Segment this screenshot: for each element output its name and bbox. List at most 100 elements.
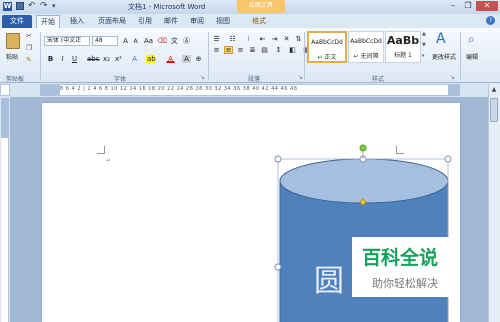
- italic-icon[interactable]: I: [58, 55, 67, 63]
- scroll-thumb[interactable]: [490, 98, 498, 122]
- resize-handle: [444, 155, 452, 163]
- scroll-up-icon[interactable]: ▲: [489, 86, 499, 96]
- font-group-label: 字体: [114, 76, 127, 83]
- tab-references[interactable]: 引用: [135, 15, 155, 28]
- styles-scroll-down-icon[interactable]: ▼: [422, 42, 428, 52]
- style-name: ↵ 无间隔: [353, 53, 379, 60]
- style-normal[interactable]: AaBbCcDd ↵ 正文: [307, 31, 347, 63]
- style-name: 标题 1: [394, 52, 412, 59]
- ruler-right-margin: [448, 85, 460, 95]
- paste-icon[interactable]: [6, 33, 20, 49]
- find-icon[interactable]: ⌕: [468, 32, 475, 47]
- group-separator: [208, 32, 209, 80]
- style-heading-1[interactable]: AaBb 标题 1: [385, 31, 421, 63]
- customize-toolbar-icon[interactable]: ▾: [52, 1, 60, 11]
- paragraph-group-label: 段落: [248, 76, 261, 83]
- font-name-combo[interactable]: 宋体 (中文正: [44, 36, 90, 46]
- align-center-icon[interactable]: ≡: [224, 46, 233, 54]
- change-case-icon[interactable]: Aa: [143, 37, 153, 45]
- group-separator: [40, 32, 41, 80]
- change-styles-button[interactable]: 更改样式: [432, 52, 456, 61]
- paste-button[interactable]: 粘贴: [6, 52, 18, 61]
- format-painter-icon[interactable]: ✎: [26, 56, 32, 64]
- line-spacing-icon[interactable]: ↕: [274, 46, 283, 54]
- sort-icon[interactable]: ⇅: [294, 35, 303, 43]
- paragraph-mark: ↵: [106, 157, 112, 164]
- style-sample: AaBbCcDd: [311, 39, 343, 46]
- shrink-font-icon[interactable]: A: [131, 37, 140, 45]
- editing-button[interactable]: 编辑: [466, 52, 478, 61]
- clipboard-group-label: 剪贴板: [6, 76, 25, 83]
- font-size-combo[interactable]: 48: [92, 36, 118, 46]
- rotate-handle: [359, 144, 367, 152]
- tab-insert[interactable]: 插入: [66, 15, 88, 28]
- minimize-button[interactable]: –: [446, 1, 460, 11]
- chinese-layout-icon[interactable]: ✕: [282, 35, 291, 43]
- resize-handle: [274, 263, 282, 271]
- undo-icon[interactable]: ↶: [28, 1, 38, 11]
- ruler-left-margin: [40, 85, 60, 95]
- character-shading-icon[interactable]: A: [182, 55, 191, 63]
- restore-button[interactable]: ❐: [461, 1, 475, 11]
- increase-indent-icon[interactable]: ⇥: [270, 35, 279, 43]
- save-icon[interactable]: [16, 2, 24, 10]
- font-color-icon[interactable]: A: [166, 55, 175, 63]
- redo-icon[interactable]: ↷: [40, 1, 50, 11]
- tab-review[interactable]: 审阅: [187, 15, 207, 28]
- tab-format[interactable]: 格式: [245, 15, 273, 28]
- align-left-icon[interactable]: ≡: [212, 46, 221, 54]
- bullets-icon[interactable]: ☰: [212, 35, 221, 43]
- font-dialog-launcher-icon[interactable]: ↘: [200, 74, 205, 81]
- tab-view[interactable]: 视图: [213, 15, 233, 28]
- enclose-char-icon[interactable]: ⊕: [194, 55, 203, 63]
- superscript-icon[interactable]: x²: [114, 55, 123, 63]
- style-name: ↵ 正文: [317, 54, 337, 61]
- word-app-icon[interactable]: W: [3, 2, 12, 11]
- align-right-icon[interactable]: ≡: [236, 46, 245, 54]
- resize-handle: [274, 155, 282, 163]
- help-icon[interactable]: ?: [486, 16, 495, 25]
- cylinder-top: [279, 158, 449, 204]
- clear-formatting-icon[interactable]: ⌫: [156, 37, 167, 45]
- drawing-tools-group-label: 绘图工具: [237, 0, 285, 13]
- style-sample: AaBbCcDd: [350, 38, 382, 45]
- multilevel-list-icon[interactable]: ⁝: [244, 35, 253, 43]
- vertical-ruler-margin: [1, 98, 9, 138]
- subscript-icon[interactable]: x₂: [102, 55, 111, 63]
- text-effects-icon[interactable]: A: [130, 55, 139, 63]
- style-no-spacing[interactable]: AaBbCcDd ↵ 无间隔: [348, 31, 384, 63]
- styles-scroll-up-icon[interactable]: ▲: [422, 31, 428, 41]
- justify-icon[interactable]: ≣: [248, 46, 257, 54]
- enclose-character-icon[interactable]: Ⓐ: [182, 37, 191, 45]
- grow-font-icon[interactable]: A: [121, 37, 130, 45]
- styles-group-label: 样式: [372, 76, 385, 83]
- watermark-subtitle: 助你轻松解决: [372, 277, 438, 290]
- distributed-icon[interactable]: ▤: [260, 46, 269, 54]
- group-separator: [460, 32, 461, 80]
- ruler-toggle[interactable]: [0, 84, 10, 96]
- styles-more-icon[interactable]: ▾: [422, 53, 428, 63]
- tab-file[interactable]: 文件: [2, 15, 32, 28]
- ruler-numbers: 8 6 4 2 | 2 4 6 8 10 12 14 16 18 20 22 2…: [60, 86, 298, 92]
- close-button[interactable]: ✕: [476, 1, 498, 11]
- styles-dialog-launcher-icon[interactable]: ↘: [450, 74, 455, 81]
- underline-icon[interactable]: U: [70, 55, 79, 63]
- change-styles-icon[interactable]: A: [436, 31, 446, 47]
- tab-page-layout[interactable]: 页面布局: [94, 15, 130, 28]
- bold-icon[interactable]: B: [46, 55, 55, 63]
- group-separator: [304, 32, 305, 80]
- paragraph-dialog-launcher-icon[interactable]: ↘: [298, 74, 303, 81]
- shading-icon[interactable]: ◧: [288, 46, 297, 54]
- shape-text[interactable]: 圆: [314, 256, 344, 300]
- phonetic-guide-icon[interactable]: 文: [170, 37, 179, 45]
- strikethrough-icon[interactable]: abc: [86, 55, 100, 63]
- cut-icon[interactable]: ✂: [26, 32, 32, 40]
- tab-mailings[interactable]: 邮件: [161, 15, 181, 28]
- crop-mark: [97, 146, 105, 154]
- decrease-indent-icon[interactable]: ⇤: [258, 35, 267, 43]
- style-sample: AaBb: [386, 34, 420, 47]
- highlight-icon[interactable]: ab: [146, 55, 156, 63]
- numbering-icon[interactable]: ☷: [228, 35, 237, 43]
- tab-home[interactable]: 开始: [36, 15, 60, 28]
- copy-icon[interactable]: ❐: [26, 44, 32, 52]
